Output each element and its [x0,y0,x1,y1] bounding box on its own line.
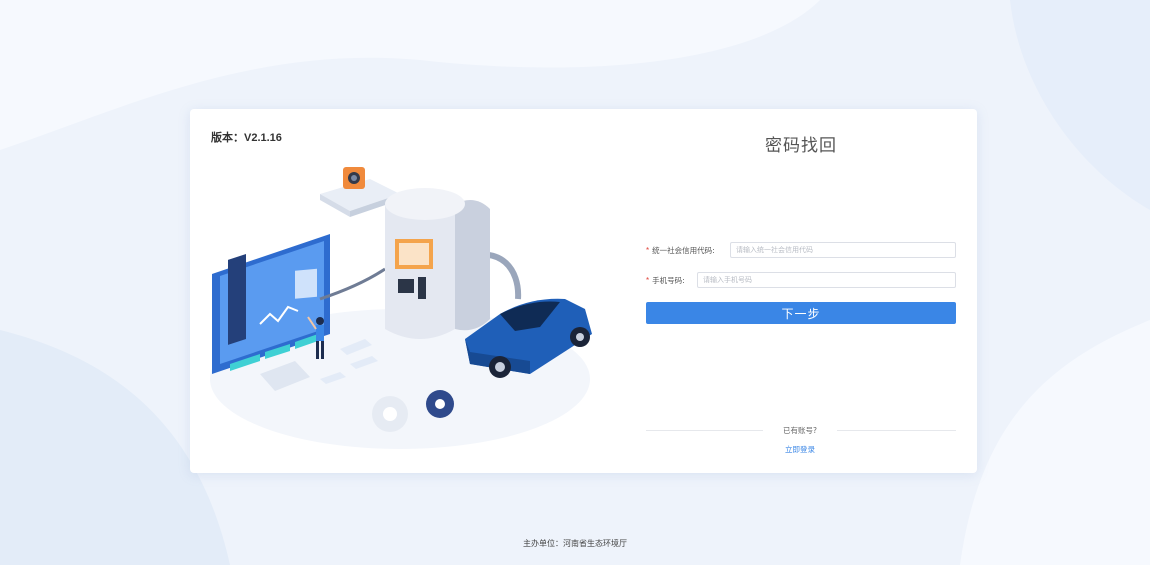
server-tower [385,188,490,339]
version-label: 版本：V2.1.16 [211,132,282,144]
credit-code-row: * 统一社会信用代码: [646,241,715,259]
phone-label: 手机号码: [652,275,685,285]
phone-row: * 手机号码: [646,271,685,289]
footer-organizer: 主办单位：河南省生态环境厅 [523,539,627,548]
phone-input[interactable]: 请输入手机号码 [697,272,956,288]
credit-code-label: 统一社会信用代码: [652,245,715,255]
page-title: 密码找回 [765,136,837,155]
next-step-button[interactable]: 下一步 [646,302,956,324]
required-mark: * [646,245,650,255]
has-account-text: 已有账号? [783,426,817,435]
gear-icon-dark [426,390,454,418]
password-recovery-card: 版本：V2.1.16 密码找回 * 统一社会信用代码: 请输入统一社会信用代码 … [190,109,977,473]
divider-right [837,430,956,431]
gear-icon-light [372,396,408,432]
login-link[interactable]: 立即登录 [765,444,835,455]
credit-code-input[interactable]: 请输入统一社会信用代码 [730,242,956,258]
divider-left [646,430,763,431]
hero-illustration [210,167,592,449]
required-mark: * [646,275,650,285]
